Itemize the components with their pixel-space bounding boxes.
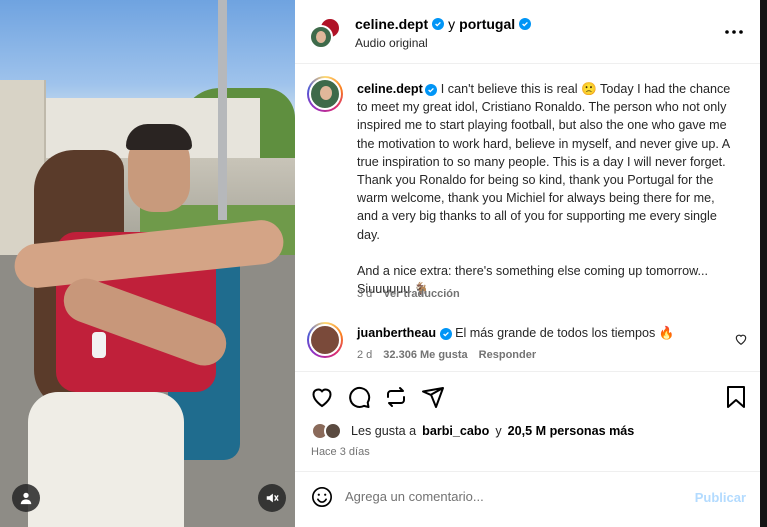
- repost-icon[interactable]: [383, 384, 409, 410]
- photo-pole: [218, 0, 227, 220]
- reply-button[interactable]: Responder: [479, 349, 536, 361]
- comments-section: celine.dept I can't believe this is real …: [295, 64, 760, 372]
- photo-man-hair: [126, 124, 192, 150]
- translate-link[interactable]: Ver traducción: [383, 288, 459, 300]
- bookmark-icon[interactable]: [723, 384, 749, 410]
- post-media[interactable]: [0, 0, 295, 527]
- photo-shorts: [28, 392, 184, 527]
- author-username[interactable]: celine.dept: [355, 16, 428, 32]
- author-avatar: [309, 25, 333, 49]
- comment-avatar[interactable]: [307, 322, 343, 358]
- muted-icon[interactable]: [258, 484, 286, 512]
- verified-badge-icon: [432, 18, 445, 30]
- caption-meta: 3 d Ver traducción: [357, 288, 460, 300]
- action-bar: [295, 384, 760, 412]
- liker-avatars: [311, 422, 345, 440]
- post-authors: celine.dept y portugal: [355, 16, 532, 32]
- heart-icon[interactable]: [309, 384, 335, 410]
- comment-like-heart-icon[interactable]: [734, 332, 748, 346]
- post-header: celine.dept y portugal Audio original: [295, 0, 760, 64]
- comment-body: juanbertheau El más grande de todos los …: [357, 326, 727, 341]
- collaborator-username[interactable]: portugal: [459, 16, 515, 32]
- verified-badge-icon: [519, 18, 532, 30]
- backdrop-edge: [760, 0, 767, 527]
- send-icon[interactable]: [420, 384, 446, 410]
- author-avatars[interactable]: [309, 17, 341, 49]
- liker-username[interactable]: barbi_cabo: [422, 424, 489, 438]
- comment-text: El más grande de todos los tiempos 🔥: [455, 326, 675, 340]
- user-tag-icon[interactable]: [12, 484, 40, 512]
- publish-button[interactable]: Publicar: [695, 490, 746, 505]
- verified-badge-icon: [424, 83, 437, 96]
- comment-meta: 2 d 32.306 Me gusta Responder: [357, 349, 536, 361]
- post-details-panel: celine.dept y portugal Audio original ce…: [295, 0, 760, 527]
- emoji-icon[interactable]: [311, 486, 333, 508]
- likes-middle: y: [495, 424, 502, 438]
- comment-input[interactable]: [345, 489, 675, 504]
- post-timestamp[interactable]: Hace 3 días: [311, 446, 370, 458]
- add-comment-bar: Publicar: [295, 471, 760, 527]
- caption-text: I can't believe this is real 🙁 Today I h…: [357, 82, 731, 242]
- photo-watch: [92, 332, 106, 358]
- likes-summary: Les gusta a barbi_cabo y 20,5 M personas…: [311, 422, 634, 440]
- likes-prefix: Les gusta a: [351, 424, 417, 438]
- more-icon[interactable]: [722, 22, 746, 42]
- audio-label[interactable]: Audio original: [355, 36, 428, 50]
- likes-others[interactable]: 20,5 M personas más: [508, 424, 635, 438]
- comment-icon[interactable]: [346, 384, 372, 410]
- caption: celine.dept I can't believe this is real …: [357, 80, 737, 316]
- verified-badge-icon: [439, 327, 452, 340]
- comment-likes[interactable]: 32.306 Me gusta: [383, 349, 467, 361]
- comment-username[interactable]: juanbertheau: [357, 326, 436, 340]
- caption-username[interactable]: celine.dept: [357, 82, 423, 96]
- caption-avatar[interactable]: [307, 76, 343, 112]
- authors-connector: y: [448, 16, 456, 32]
- caption-time[interactable]: 3 d: [357, 288, 372, 300]
- comment-time[interactable]: 2 d: [357, 349, 372, 361]
